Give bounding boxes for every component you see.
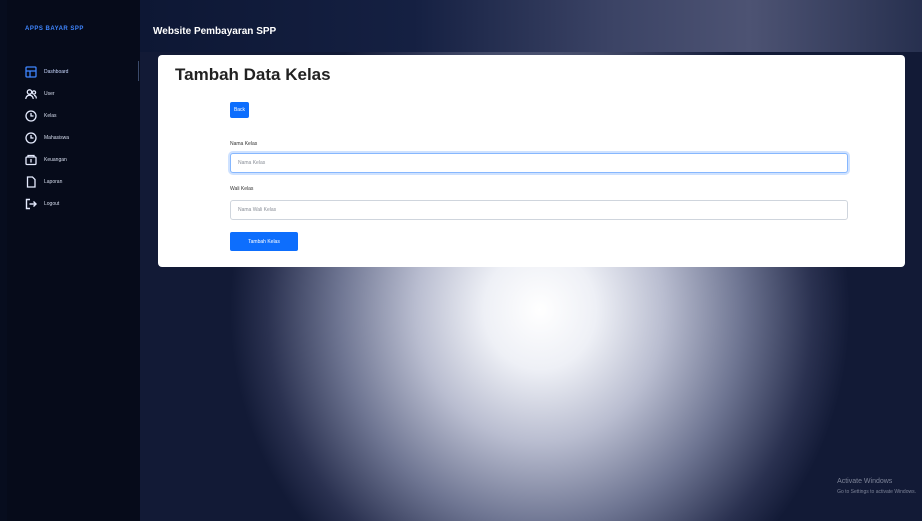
- sidebar: APPS BAYAR SPP Dashboard User Kelas Maha…: [7, 0, 140, 521]
- tambah-kelas-button[interactable]: Tambah Kelas: [230, 232, 298, 251]
- sidebar-item-laporan[interactable]: Laporan: [21, 171, 139, 193]
- wali-kelas-input[interactable]: [230, 200, 848, 220]
- sidebar-item-label: User: [44, 91, 55, 97]
- sidebar-item-logout[interactable]: Logout: [21, 193, 139, 215]
- wali-kelas-label: Wali Kelas: [230, 186, 254, 192]
- file-icon: [25, 176, 37, 188]
- site-title: Website Pembayaran SPP: [153, 26, 277, 37]
- sidebar-item-label: Laporan: [44, 179, 63, 185]
- clock-icon: [25, 132, 37, 144]
- sidebar-item-label: Dashboard: [44, 69, 69, 75]
- back-button[interactable]: Back: [230, 102, 249, 118]
- sidebar-item-keuangan[interactable]: Keuangan: [21, 149, 139, 171]
- logout-icon: [25, 198, 37, 210]
- sidebar-item-label: Keuangan: [44, 157, 67, 163]
- clock-icon: [25, 110, 37, 122]
- sidebar-item-label: Kelas: [44, 113, 57, 119]
- main-area: Website Pembayaran SPP Tambah Data Kelas…: [140, 0, 922, 521]
- sidebar-item-user[interactable]: User: [21, 83, 139, 105]
- sidebar-item-kelas[interactable]: Kelas: [21, 105, 139, 127]
- windows-activation-watermark: Activate Windows Go to Settings to activ…: [837, 477, 916, 497]
- users-icon: [25, 88, 37, 100]
- app-window: APPS BAYAR SPP Dashboard User Kelas Maha…: [0, 0, 922, 521]
- sidebar-nav: Dashboard User Kelas Mahasiswa Keuangan …: [21, 61, 139, 215]
- table-icon: [25, 66, 37, 78]
- watermark-subtitle: Go to Settings to activate Windows.: [837, 489, 916, 495]
- top-bar: Website Pembayaran SPP: [140, 0, 922, 52]
- sidebar-item-label: Mahasiswa: [44, 135, 70, 141]
- wallet-icon: [25, 154, 37, 166]
- watermark-title: Activate Windows: [837, 478, 893, 485]
- form-card: Tambah Data Kelas Back Nama Kelas Wali K…: [158, 55, 905, 267]
- sidebar-item-dashboard[interactable]: Dashboard: [21, 61, 139, 83]
- nama-kelas-input[interactable]: [230, 153, 848, 173]
- sidebar-item-label: Logout: [44, 201, 60, 207]
- page-title: Tambah Data Kelas: [175, 65, 331, 84]
- sidebar-item-mahasiswa[interactable]: Mahasiswa: [21, 127, 139, 149]
- nama-kelas-label: Nama Kelas: [230, 141, 258, 147]
- sidebar-brand[interactable]: APPS BAYAR SPP: [25, 26, 84, 32]
